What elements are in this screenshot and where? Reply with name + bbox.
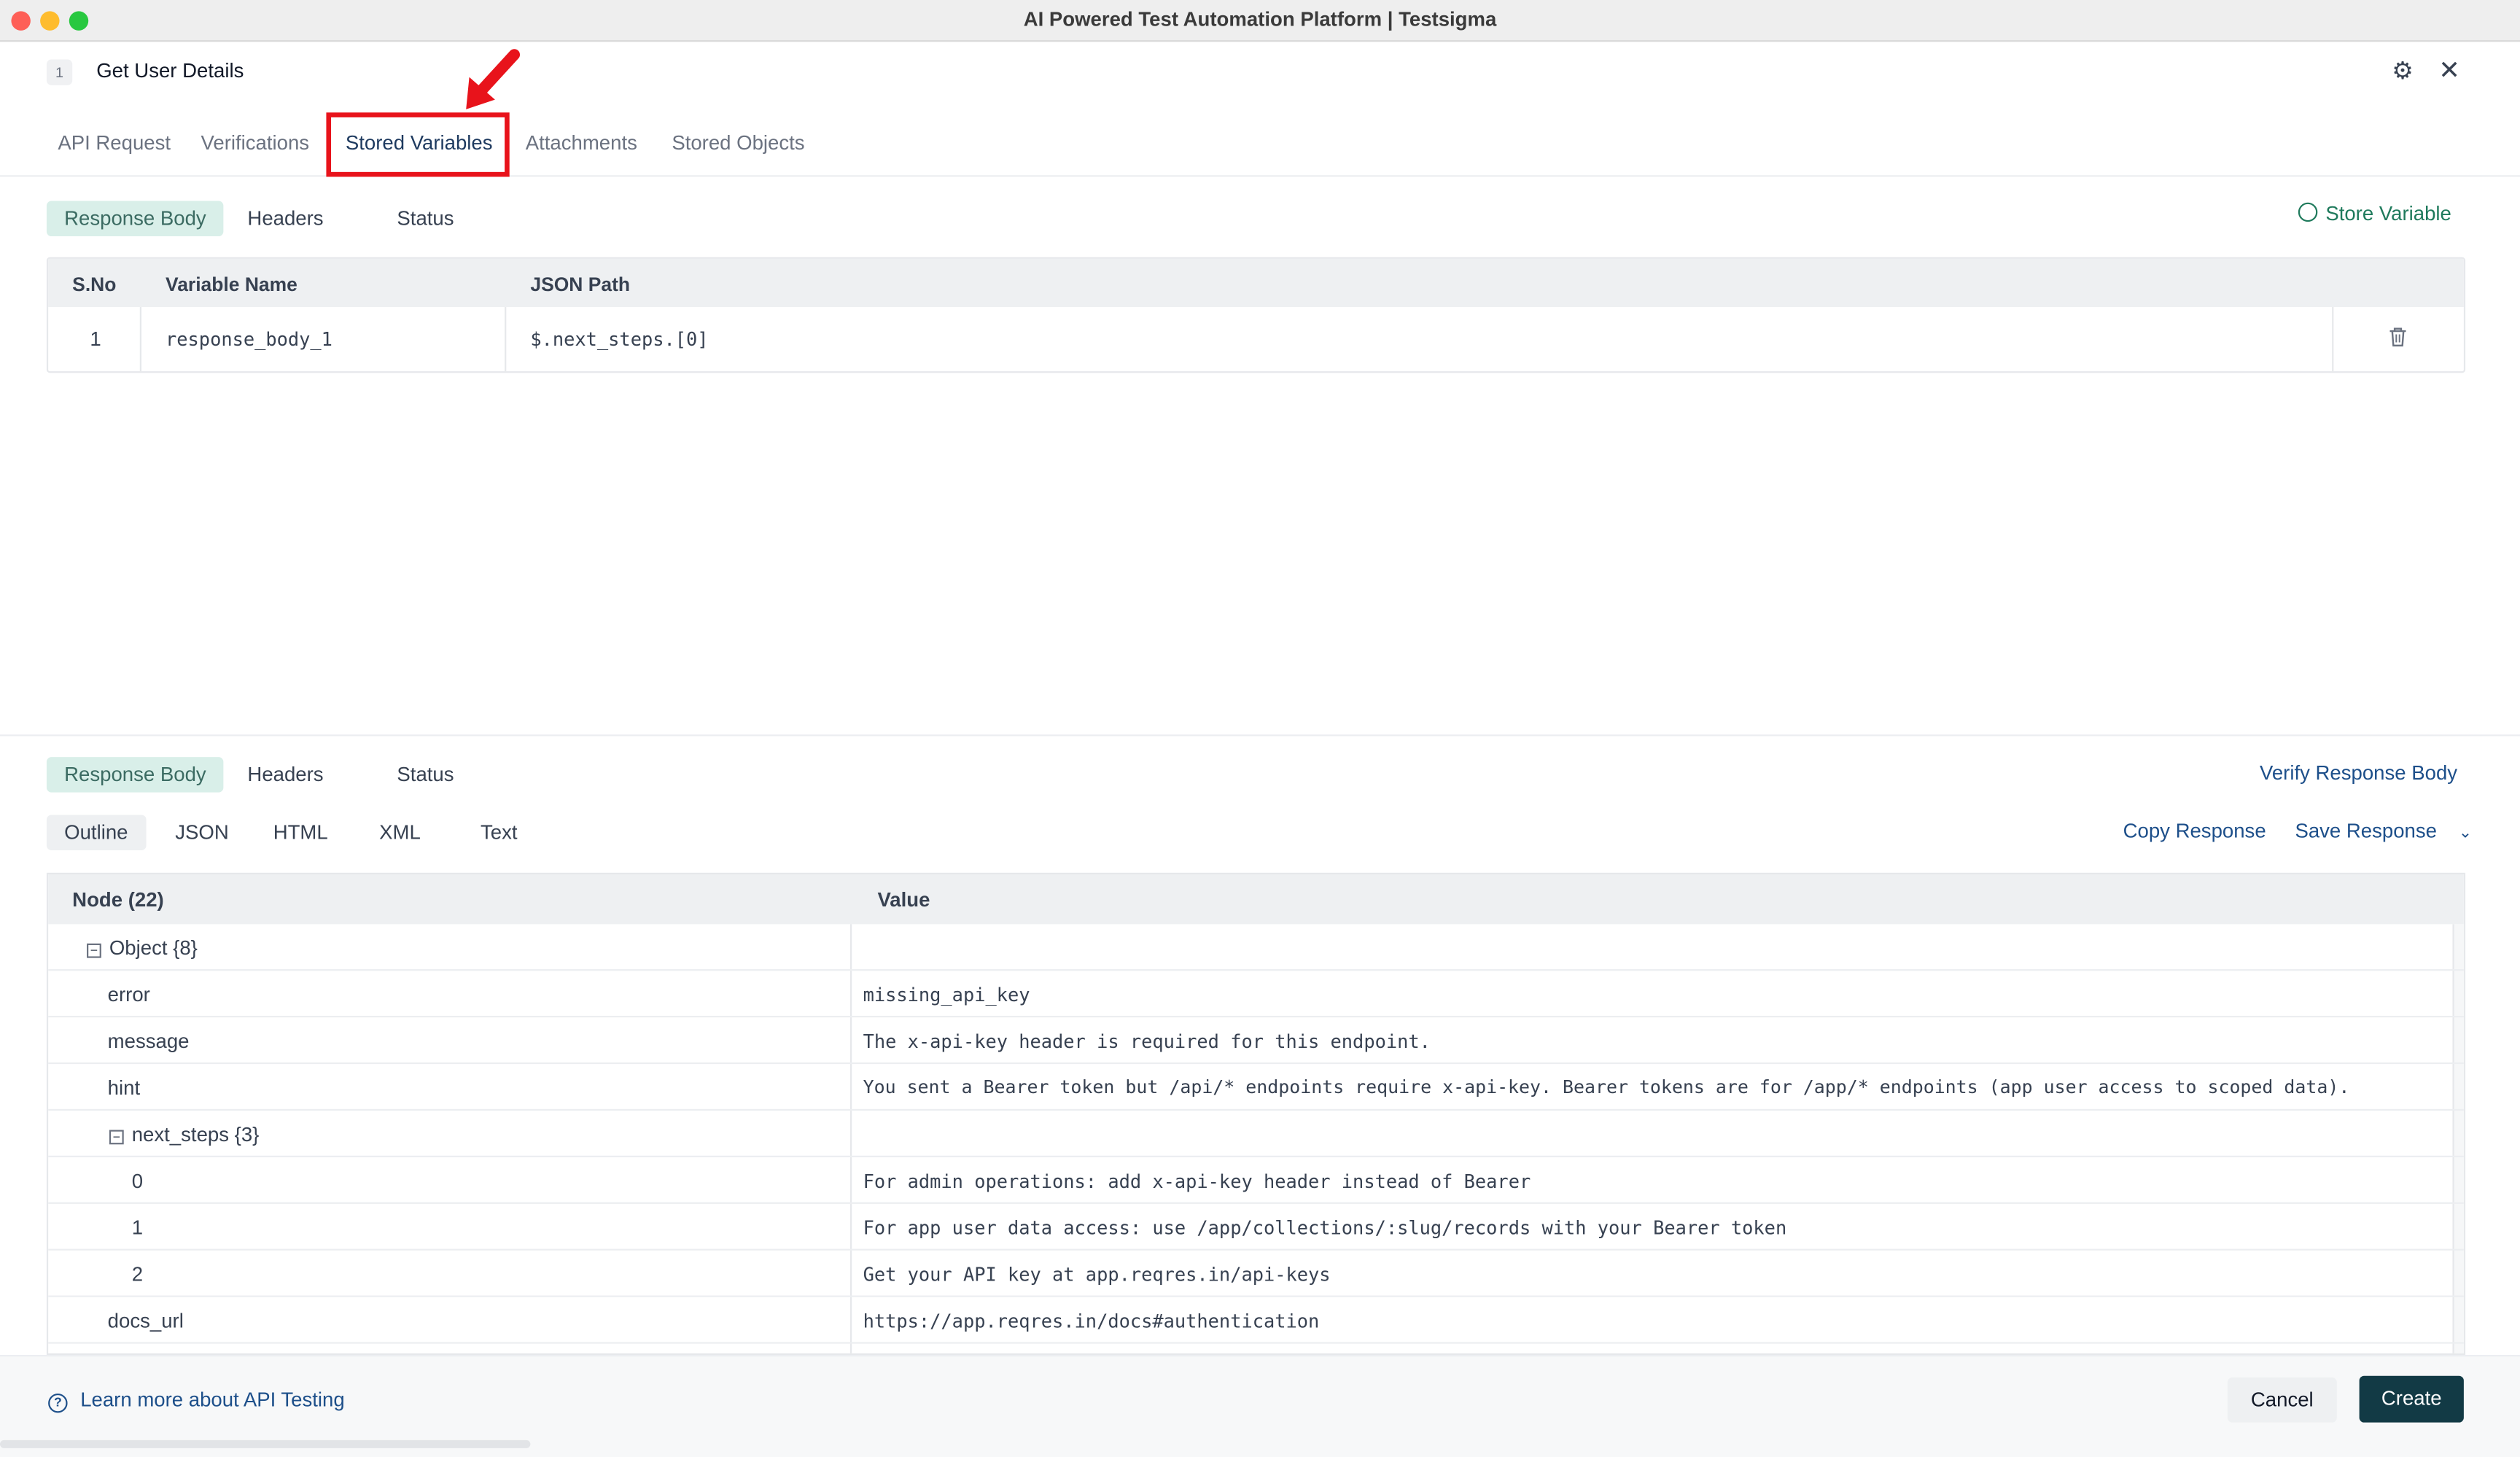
table-row[interactable]: − Object {8} [48,924,2464,971]
annotation-arrow [466,49,521,109]
app-window: AI Powered Test Automation Platform | Te… [0,0,2520,1457]
col-variable-name: Variable Name [166,273,298,296]
format-tabs: Outline JSON HTML XML Text [46,815,561,850]
verify-response-body-link[interactable]: Verify Response Body [2260,762,2457,785]
learn-more-link[interactable]: ? Learn more about API Testing [48,1388,345,1413]
learn-more-label: Learn more about API Testing [80,1388,345,1412]
main-tabs: API Request Verifications Stored Variabl… [0,112,2520,177]
node-key: hint [107,1076,141,1100]
format-outline[interactable]: Outline [46,815,146,850]
response-subtab-headers[interactable]: Headers [230,757,341,792]
node-key: docs_url [107,1310,184,1333]
col-node: Node (22) [72,888,164,912]
node-key: error [107,983,150,1006]
node-key: 1 [131,1216,144,1240]
node-value: For app user data access: use /app/colle… [863,1216,1787,1240]
row-variable-name[interactable]: response_body_1 [166,328,332,351]
table-row[interactable]: hint You sent a Bearer token but /api/* … [48,1064,2464,1111]
tab-stored-objects[interactable]: Stored Objects [672,132,804,155]
copy-response-link[interactable]: Copy Response [2123,820,2266,842]
node-value: The x-api-key header is required for thi… [863,1030,1431,1053]
close-icon[interactable]: ✕ [2435,58,2464,87]
save-response-label: Save Response [2295,820,2438,842]
store-variable-button[interactable]: Store Variable [2298,202,2451,225]
store-variable-label: Store Variable [2325,202,2451,225]
stored-variables-table: S.No Variable Name JSON Path 1 response_… [46,257,2466,373]
table-row[interactable]: 0 For admin operations: add x-api-key he… [48,1157,2464,1204]
node-value: Get your API key at app.reqres.in/api-ke… [863,1263,1331,1286]
row-json-path[interactable]: $.next_steps.[0] [530,328,708,351]
table-row[interactable]: − next_steps {3} [48,1111,2464,1157]
table-row[interactable]: 2 Get your API key at app.reqres.in/api-… [48,1251,2464,1297]
help-icon: ? [48,1393,68,1413]
tab-verifications[interactable]: Verifications [201,132,310,155]
stored-subtab-headers[interactable]: Headers [230,201,341,236]
format-json[interactable]: JSON [158,815,246,850]
window-title: AI Powered Test Automation Platform | Te… [1023,8,1497,31]
stored-subtab-status[interactable]: Status [379,201,472,236]
table-row[interactable]: docs_url https://app.reqres.in/docs#auth… [48,1297,2464,1344]
table-row[interactable]: message The x-api-key header is required… [48,1017,2464,1065]
col-value: Value [877,888,930,912]
tab-attachments[interactable]: Attachments [526,132,637,155]
store-variable-icon [2298,202,2318,222]
section-divider [0,734,2520,737]
node-key: 2 [131,1263,144,1286]
cancel-button[interactable]: Cancel [2227,1377,2337,1423]
node-value: missing_api_key [863,983,1030,1006]
table-header: Node (22) Value [48,874,2464,925]
node-value: You sent a Bearer token but /api/* endpo… [863,1076,2350,1098]
table-row[interactable]: 1 response_body_1 $.next_steps.[0] [48,306,2464,372]
format-xml[interactable]: XML [362,815,438,850]
row-sno: 1 [90,327,101,351]
response-subtab-status[interactable]: Status [379,757,472,792]
horizontal-scrollbar[interactable] [0,1439,531,1448]
gear-icon[interactable]: ⚙ [2388,58,2417,87]
node-value: For admin operations: add x-api-key head… [863,1170,1531,1193]
step-title: Get User Details [96,59,244,82]
node-value: https://app.reqres.in/docs#authenticatio… [863,1310,1320,1333]
format-text[interactable]: Text [463,815,535,850]
node-key: next_steps {3} [131,1123,260,1146]
window-titlebar: AI Powered Test Automation Platform | Te… [0,0,2520,42]
create-button[interactable]: Create [2359,1375,2464,1423]
col-sno: S.No [72,273,117,296]
step-header: 1 Get User Details ⚙ ✕ [0,42,2520,103]
collapse-icon[interactable]: − [87,943,101,958]
step-number-badge: 1 [46,59,73,85]
node-key: 0 [131,1170,144,1193]
chevron-down-icon[interactable]: ⌄ [2459,825,2472,842]
node-key: message [107,1030,190,1053]
response-outline-table: Node (22) Value − Object {8} error missin… [46,872,2466,1356]
node-key: Object {8} [109,936,198,960]
save-response-link[interactable]: Save Response ⌄ [2295,820,2472,842]
table-header: S.No Variable Name JSON Path [48,258,2464,307]
response-subtabs: Response Body Headers Status [46,757,529,793]
tab-api-request[interactable]: API Request [58,132,171,155]
table-row[interactable]: 1 For app user data access: use /app/col… [48,1204,2464,1251]
table-row[interactable]: error missing_api_key [48,971,2464,1018]
trash-icon[interactable] [2387,326,2409,349]
collapse-icon[interactable]: − [109,1130,124,1145]
col-json-path: JSON Path [530,273,631,296]
stored-subtab-response-body[interactable]: Response Body [46,201,224,237]
response-subtab-response-body[interactable]: Response Body [46,757,224,793]
format-html[interactable]: HTML [255,815,345,850]
stored-subtabs: Response Body Headers Status [46,201,529,237]
